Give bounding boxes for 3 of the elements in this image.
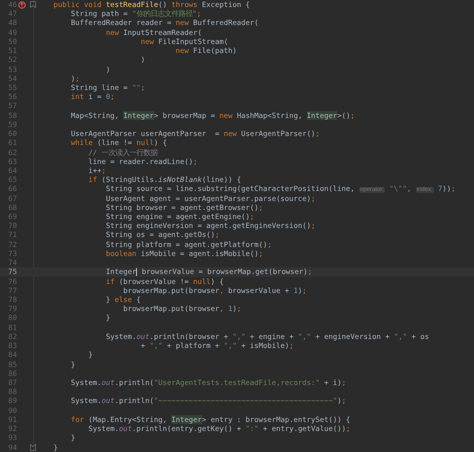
- fold-icon[interactable]: [30, 444, 36, 450]
- fold-icon[interactable]: [30, 1, 36, 8]
- override-icon[interactable]: [18, 0, 26, 8]
